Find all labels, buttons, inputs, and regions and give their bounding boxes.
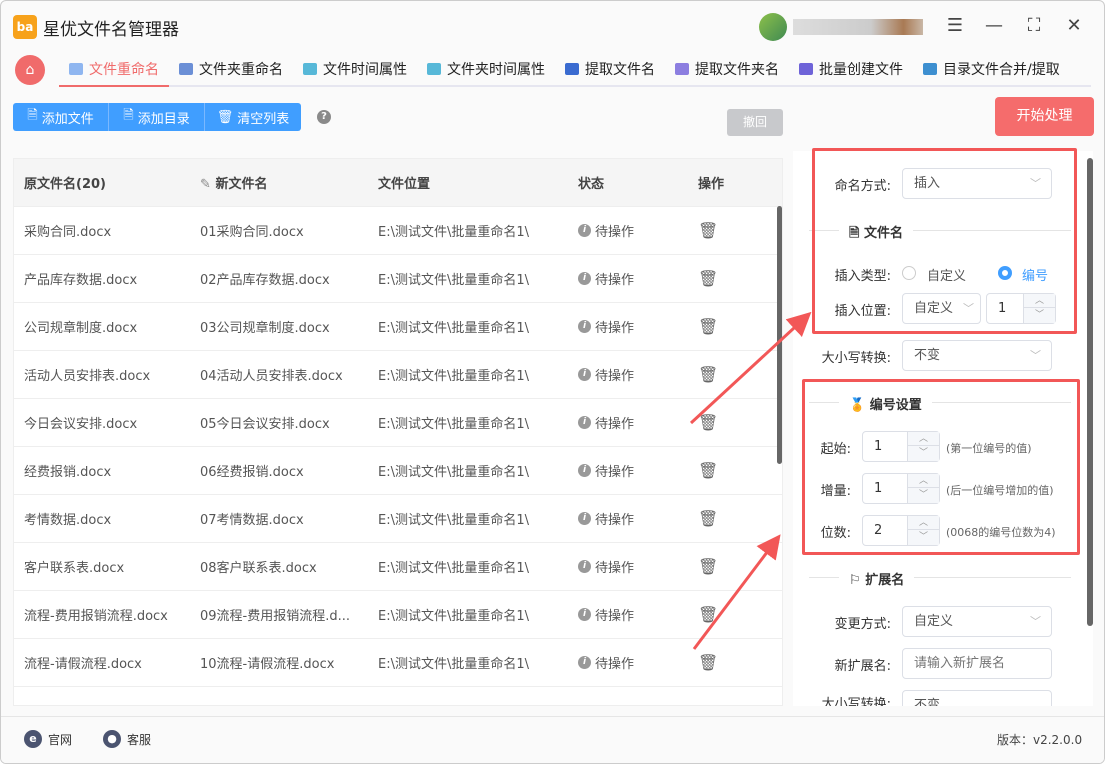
arrow-to-filename	[689, 311, 812, 425]
chat-icon[interactable]: ●	[103, 730, 121, 748]
annotation-arrows	[689, 311, 812, 650]
version-text: 版本：v2.2.0.0	[997, 733, 1083, 747]
arrow-to-numbering	[692, 534, 781, 650]
app-window: ba 星优文件名管理器 ☰ — ⛶ ✕ ⌂ 文件重命名 文件夹重命名 文件时间属性文…	[0, 0, 1105, 764]
website-link[interactable]: 官网	[48, 731, 72, 748]
footer: e 官网 ● 客服 版本：v2.2.0.0	[1, 716, 1104, 763]
support-link[interactable]: 客服	[127, 731, 151, 748]
ie-icon[interactable]: e	[24, 730, 42, 748]
